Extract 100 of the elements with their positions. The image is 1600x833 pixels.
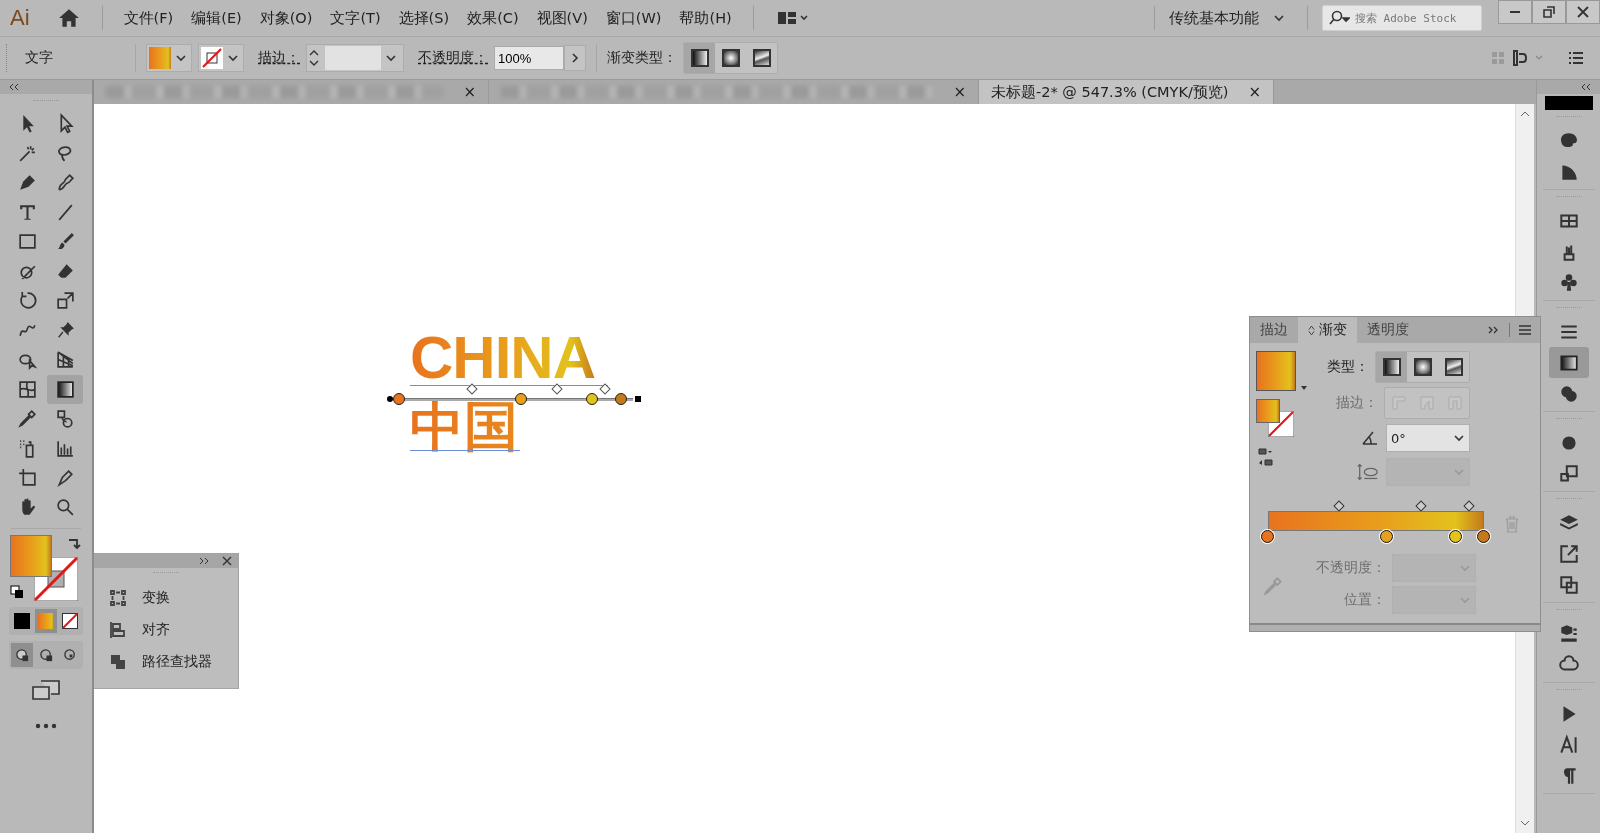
expand-icon[interactable] bbox=[198, 557, 210, 565]
more-tools-icon[interactable] bbox=[35, 723, 57, 729]
gradient-swatch-icon bbox=[149, 47, 171, 69]
tab-close[interactable]: × bbox=[463, 83, 476, 101]
linear-gradient-button[interactable] bbox=[684, 43, 715, 73]
more-button[interactable] bbox=[564, 45, 586, 71]
caret-icon[interactable] bbox=[1300, 385, 1308, 391]
fill-swatch[interactable] bbox=[10, 535, 52, 577]
aspect-ratio-field[interactable] bbox=[1386, 458, 1470, 486]
linear-gradient-icon bbox=[1382, 358, 1401, 376]
opacity-link[interactable]: 不透明度： bbox=[418, 49, 488, 67]
color-stop[interactable] bbox=[1261, 530, 1274, 543]
menu-item[interactable]: 对象(O) bbox=[252, 8, 320, 28]
tab-close[interactable]: × bbox=[1248, 83, 1262, 101]
close-button[interactable] bbox=[1566, 0, 1600, 24]
restore-button[interactable] bbox=[1532, 0, 1566, 24]
chevron-down-icon bbox=[175, 52, 187, 64]
home-icon[interactable] bbox=[57, 7, 80, 29]
align-icon bbox=[108, 620, 128, 640]
sort-icon bbox=[1308, 324, 1315, 336]
stroke-corner-icon bbox=[1446, 394, 1464, 412]
chevron-down-icon[interactable] bbox=[385, 52, 397, 64]
draw-mode-icon bbox=[62, 647, 78, 663]
screen-mode-icon[interactable] bbox=[31, 679, 61, 701]
tab-close[interactable]: × bbox=[953, 83, 966, 101]
close-icon bbox=[1576, 5, 1590, 19]
color-stop[interactable] bbox=[1379, 530, 1393, 543]
no-stroke-icon bbox=[201, 47, 223, 69]
panel-menu-item[interactable]: 变换 bbox=[94, 582, 238, 614]
stroke-link[interactable]: 描边： bbox=[258, 49, 300, 67]
chevron-right-icon bbox=[569, 52, 581, 64]
reverse-gradient-icon[interactable] bbox=[1256, 447, 1276, 467]
artboard-icon bbox=[16, 467, 38, 489]
stroke-swatch-dropdown[interactable] bbox=[198, 44, 244, 72]
panel-tab[interactable]: 渐变 bbox=[1298, 317, 1357, 343]
fill-swatch-dropdown[interactable] bbox=[146, 44, 192, 72]
color-stop[interactable] bbox=[1477, 530, 1490, 543]
document-tab[interactable]: × bbox=[489, 80, 979, 104]
aspect-ratio-icon bbox=[1356, 462, 1380, 482]
fill-swatch[interactable] bbox=[1256, 399, 1280, 423]
panel-menu-item[interactable]: 对齐 bbox=[94, 614, 238, 646]
midpoint-handle[interactable] bbox=[1415, 500, 1427, 512]
panel-tab[interactable]: 描边 bbox=[1250, 317, 1298, 343]
squares-icon bbox=[1557, 462, 1580, 485]
document-tab[interactable]: × bbox=[94, 80, 489, 104]
angle-field[interactable]: 0° bbox=[1386, 424, 1470, 452]
chevron-down-icon bbox=[1453, 466, 1465, 478]
close-icon[interactable] bbox=[222, 556, 232, 566]
midpoint-handle[interactable] bbox=[1463, 500, 1475, 512]
menu-item[interactable]: 编辑(E) bbox=[184, 8, 249, 28]
scroll-up-icon[interactable] bbox=[1519, 110, 1531, 118]
panel-menu-item[interactable]: 路径查找器 bbox=[94, 646, 238, 678]
menu-item[interactable]: 文件(F) bbox=[116, 8, 181, 28]
resize-grip[interactable] bbox=[1250, 623, 1540, 631]
pathfinder-icon bbox=[108, 652, 128, 672]
stroke-label: 描边： bbox=[1336, 394, 1378, 412]
gradient-panel-button[interactable] bbox=[1548, 347, 1589, 378]
stroke-corner-icon bbox=[1418, 394, 1436, 412]
draw-mode-icon bbox=[38, 647, 54, 663]
collapse-icon[interactable] bbox=[1580, 83, 1592, 91]
transform-icon bbox=[108, 588, 128, 608]
opacity-field[interactable]: 100% bbox=[494, 46, 564, 70]
menu-item[interactable]: 帮助(H) bbox=[672, 8, 739, 28]
draw-mode-icon bbox=[14, 647, 30, 663]
color-bar[interactable] bbox=[1544, 96, 1593, 110]
minimize-button[interactable] bbox=[1498, 0, 1532, 24]
panel-tab[interactable]: 透明度 bbox=[1357, 317, 1419, 343]
eyedropper-icon bbox=[16, 408, 38, 430]
menu-item[interactable]: 窗口(W) bbox=[598, 8, 669, 28]
caret-icon[interactable] bbox=[1273, 12, 1285, 24]
collapse-icon[interactable] bbox=[8, 83, 20, 91]
menu-icon[interactable] bbox=[1518, 324, 1532, 336]
menu-item[interactable]: 选择(S) bbox=[391, 8, 457, 28]
scroll-down-icon[interactable] bbox=[1519, 819, 1531, 827]
location-label: 位置： bbox=[1344, 591, 1386, 609]
stroke-weight-field[interactable] bbox=[306, 44, 404, 72]
artboards-icon bbox=[1557, 573, 1580, 596]
color-stop[interactable] bbox=[1448, 530, 1462, 543]
location-field[interactable] bbox=[1392, 586, 1476, 614]
draw-normal-button[interactable] bbox=[11, 643, 33, 667]
linear-gradient-button[interactable] bbox=[1376, 352, 1407, 382]
default-colors-icon[interactable] bbox=[10, 585, 24, 599]
search-field[interactable]: 搜索 Adobe Stock bbox=[1322, 5, 1482, 31]
menu-item[interactable]: 视图(V) bbox=[529, 8, 595, 28]
no-fill-icon bbox=[62, 613, 78, 629]
document-tab[interactable]: 未标题-2* @ 547.3% (CMYK/预览) × bbox=[979, 80, 1275, 104]
perspective-grid-icon bbox=[54, 349, 76, 371]
gradient-swatch[interactable] bbox=[1256, 351, 1296, 391]
workspace-label[interactable]: 传统基本功能 bbox=[1169, 8, 1259, 28]
minimize-icon bbox=[1510, 11, 1520, 13]
chevron-down-icon bbox=[1453, 432, 1465, 444]
selection-type-label: 文字 bbox=[24, 49, 54, 67]
gradient-tool[interactable] bbox=[47, 374, 83, 404]
solid-color-icon bbox=[14, 613, 30, 629]
menu-item[interactable]: 效果(C) bbox=[460, 8, 526, 28]
menu-item[interactable]: 文字(T) bbox=[323, 8, 388, 28]
midpoint-handle[interactable] bbox=[1333, 500, 1345, 512]
stroke-corner-icon bbox=[1390, 394, 1408, 412]
expand-icon[interactable] bbox=[1487, 326, 1499, 334]
restore-icon bbox=[1542, 5, 1556, 19]
